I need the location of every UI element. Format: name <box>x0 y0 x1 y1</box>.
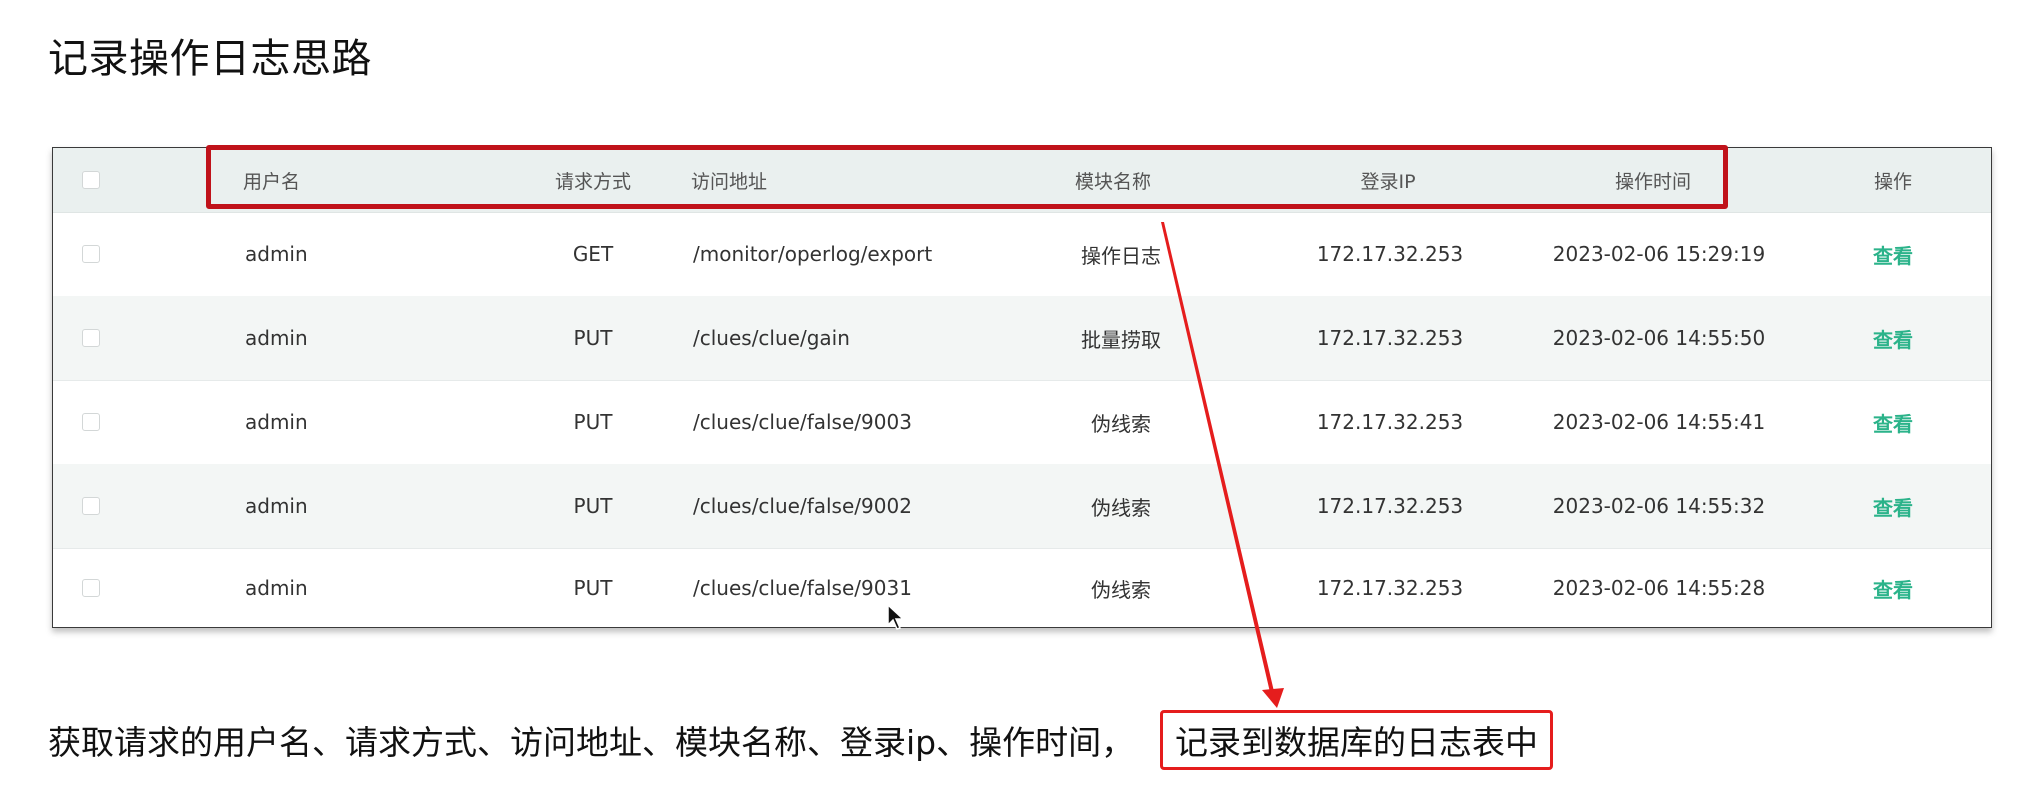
cell-operation-time: 2023-02-06 15:29:19 <box>1552 242 1766 266</box>
select-all-checkbox[interactable] <box>82 171 100 189</box>
view-link[interactable]: 查看 <box>1873 492 1913 521</box>
cell-login-ip: 172.17.32.253 <box>1316 494 1464 518</box>
view-link[interactable]: 查看 <box>1873 324 1913 353</box>
cell-request-method: GET <box>572 242 614 266</box>
caption-highlight: 记录到数据库的日志表中 <box>1160 710 1553 770</box>
caption-text: 获取请求的用户名、请求方式、访问地址、模块名称、登录ip、操作时间， <box>48 723 1135 762</box>
cell-access-url: /clues/clue/false/9003 <box>693 410 912 434</box>
cell-module-name: 批量捞取 <box>1081 327 1161 352</box>
cell-username: admin <box>245 326 308 350</box>
header-action: 操作 <box>1873 170 1912 193</box>
row-checkbox[interactable] <box>82 245 100 263</box>
row-checkbox[interactable] <box>82 497 100 515</box>
cell-operation-time: 2023-02-06 14:55:32 <box>1552 494 1766 518</box>
view-link[interactable]: 查看 <box>1873 408 1913 437</box>
table-row: admin PUT /clues/clue/false/9003 伪线索 172… <box>53 380 1991 465</box>
operation-log-table: 用户名 请求方式 访问地址 模块名称 登录IP 操作时间 操作 admin GE… <box>52 147 1992 628</box>
cell-access-url: /clues/clue/false/9031 <box>693 576 912 600</box>
cell-username: admin <box>245 410 308 434</box>
table-row: admin PUT /clues/clue/false/9031 伪线索 172… <box>53 548 1991 628</box>
cell-access-url: /clues/clue/false/9002 <box>693 494 912 518</box>
view-link[interactable]: 查看 <box>1873 574 1913 603</box>
cell-operation-time: 2023-02-06 14:55:28 <box>1552 576 1766 600</box>
cell-username: admin <box>245 242 308 266</box>
table-row: admin PUT /clues/clue/gain 批量捞取 172.17.3… <box>53 296 1991 381</box>
cell-login-ip: 172.17.32.253 <box>1316 410 1464 434</box>
cell-access-url: /clues/clue/gain <box>693 326 850 350</box>
cell-module-name: 伪线索 <box>1091 411 1151 436</box>
cell-request-method: PUT <box>573 494 613 518</box>
cell-access-url: /monitor/operlog/export <box>693 242 933 266</box>
cell-login-ip: 172.17.32.253 <box>1316 242 1464 266</box>
cell-module-name: 伪线索 <box>1091 495 1151 520</box>
cell-request-method: PUT <box>573 326 613 350</box>
table-row: admin PUT /clues/clue/false/9002 伪线索 172… <box>53 464 1991 549</box>
header-highlight-box <box>206 145 1728 209</box>
row-checkbox[interactable] <box>82 413 100 431</box>
cell-operation-time: 2023-02-06 14:55:41 <box>1552 410 1766 434</box>
cell-request-method: PUT <box>573 410 613 434</box>
cell-module-name: 操作日志 <box>1081 243 1161 268</box>
cell-operation-time: 2023-02-06 14:55:50 <box>1552 326 1766 350</box>
annotation-arrow-head <box>1262 688 1284 708</box>
cell-username: admin <box>245 576 308 600</box>
cell-login-ip: 172.17.32.253 <box>1316 326 1464 350</box>
row-checkbox[interactable] <box>82 329 100 347</box>
cell-username: admin <box>245 494 308 518</box>
page-title: 记录操作日志思路 <box>48 36 372 82</box>
row-checkbox[interactable] <box>82 579 100 597</box>
table-row: admin GET /monitor/operlog/export 操作日志 1… <box>53 212 1991 297</box>
mouse-cursor-icon <box>887 604 905 630</box>
cell-module-name: 伪线索 <box>1091 577 1151 602</box>
cell-request-method: PUT <box>573 576 613 600</box>
view-link[interactable]: 查看 <box>1873 240 1913 269</box>
cell-login-ip: 172.17.32.253 <box>1316 576 1464 600</box>
